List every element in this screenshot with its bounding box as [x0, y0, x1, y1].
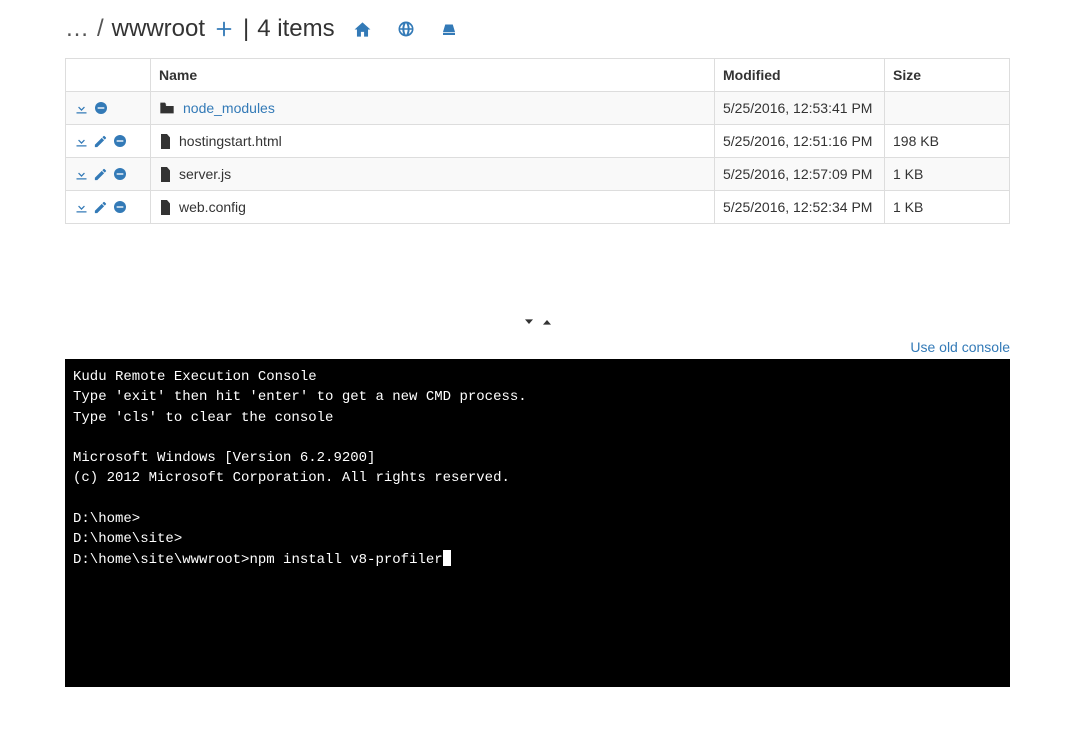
- delete-icon[interactable]: [112, 199, 128, 215]
- download-icon[interactable]: [74, 100, 89, 116]
- size-cell: 1 KB: [885, 158, 1010, 191]
- file-icon: [159, 167, 171, 182]
- delete-icon[interactable]: [112, 166, 128, 182]
- home-icon[interactable]: [353, 20, 372, 39]
- table-row: server.js 5/25/2016, 12:57:09 PM1 KB: [66, 158, 1010, 191]
- modified-cell: 5/25/2016, 12:57:09 PM: [715, 158, 885, 191]
- table-row: web.config 5/25/2016, 12:52:34 PM1 KB: [66, 191, 1010, 224]
- console-prompt: D:\home\site\wwwroot>: [73, 550, 249, 570]
- table-row: node_modules 5/25/2016, 12:53:41 PM: [66, 92, 1010, 125]
- delete-icon[interactable]: [112, 133, 128, 149]
- chevron-down-icon[interactable]: [520, 314, 538, 330]
- file-name: server.js: [179, 166, 231, 182]
- download-icon[interactable]: [74, 199, 89, 215]
- globe-icon[interactable]: [397, 20, 415, 39]
- table-header-name: Name: [151, 59, 715, 92]
- file-table: Name Modified Size node_modules 5/25/2016…: [65, 58, 1010, 224]
- breadcrumb: … / wwwroot | 4 items: [65, 15, 1010, 43]
- file-name: hostingstart.html: [179, 133, 282, 149]
- delete-icon[interactable]: [93, 100, 109, 116]
- console-cursor: [443, 550, 451, 566]
- table-header-modified: Modified: [715, 59, 885, 92]
- edit-icon[interactable]: [93, 199, 108, 215]
- size-cell: 1 KB: [885, 191, 1010, 224]
- edit-icon[interactable]: [93, 133, 108, 149]
- table-header-size: Size: [885, 59, 1010, 92]
- modified-cell: 5/25/2016, 12:51:16 PM: [715, 125, 885, 158]
- breadcrumb-up[interactable]: …: [65, 15, 89, 43]
- download-icon[interactable]: [74, 133, 89, 149]
- table-header-actions: [66, 59, 151, 92]
- file-icon: [159, 134, 171, 149]
- use-old-console-link[interactable]: Use old console: [910, 339, 1010, 355]
- file-icon: [159, 200, 171, 215]
- breadcrumb-separator: /: [97, 15, 104, 43]
- disk-icon[interactable]: [440, 20, 458, 39]
- size-cell: 198 KB: [885, 125, 1010, 158]
- file-name: web.config: [179, 199, 246, 215]
- breadcrumb-current-folder: wwwroot: [112, 15, 205, 43]
- console[interactable]: Kudu Remote Execution Console Type 'exit…: [65, 359, 1010, 687]
- folder-link[interactable]: node_modules: [183, 100, 275, 116]
- modified-cell: 5/25/2016, 12:53:41 PM: [715, 92, 885, 125]
- add-button[interactable]: [213, 18, 235, 40]
- modified-cell: 5/25/2016, 12:52:34 PM: [715, 191, 885, 224]
- folder-icon: [159, 101, 175, 115]
- console-input[interactable]: npm install v8-profiler: [249, 550, 442, 570]
- size-cell: [885, 92, 1010, 125]
- chevron-up-icon[interactable]: [538, 314, 556, 330]
- item-count: 4 items: [257, 15, 334, 43]
- table-row: hostingstart.html 5/25/2016, 12:51:16 PM1…: [66, 125, 1010, 158]
- console-toggle[interactable]: [65, 314, 1010, 335]
- breadcrumb-divider: |: [243, 15, 249, 43]
- edit-icon[interactable]: [93, 166, 108, 182]
- download-icon[interactable]: [74, 166, 89, 182]
